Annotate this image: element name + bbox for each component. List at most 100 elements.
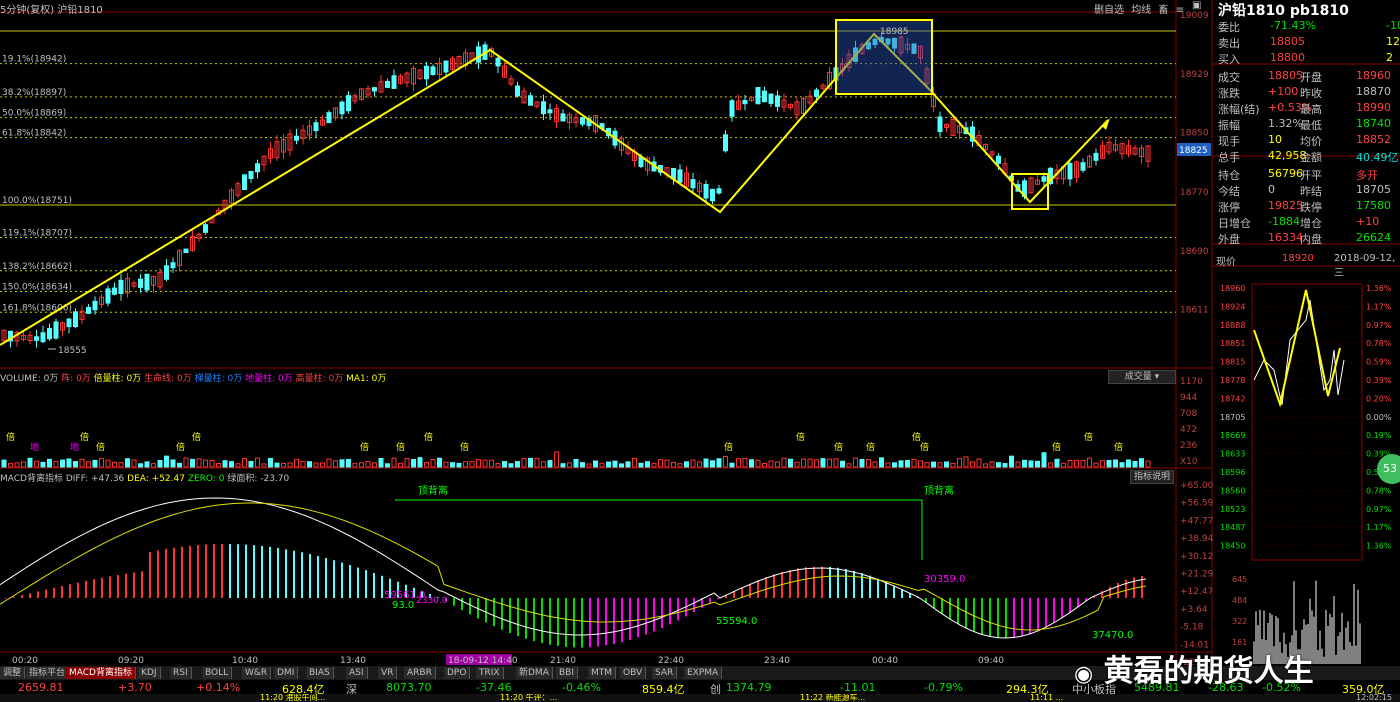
- indicator-tab[interactable]: DPO: [444, 667, 471, 679]
- macd-axis-label: +3.64: [1180, 605, 1208, 615]
- volume-bar: [853, 457, 858, 468]
- volume-bar: [502, 461, 507, 468]
- quote-value: 18740: [1356, 117, 1391, 130]
- volume-bar: [372, 462, 377, 468]
- volume-bar: [1002, 463, 1008, 468]
- news-item[interactable]: 11:11 ...: [1030, 694, 1063, 702]
- volume-bar: [430, 459, 436, 468]
- quote-row: 涨停 19825 跌停 17580: [1216, 198, 1400, 214]
- draw-button[interactable]: 畜: [1158, 5, 1168, 16]
- volume-bar: [1113, 459, 1118, 468]
- time-axis-label: 10:40: [232, 656, 258, 666]
- low-price-label: 18555: [58, 346, 87, 356]
- volume-bar: [742, 457, 748, 468]
- indicator-tab[interactable]: ARBR: [404, 667, 436, 679]
- indicator-tab[interactable]: EXPMA: [684, 667, 723, 679]
- volume-bar: [151, 463, 156, 468]
- quote-label: 均价: [1300, 135, 1322, 148]
- news-item[interactable]: 11:22 新能源车...: [800, 694, 865, 702]
- indicator-tab[interactable]: SAR: [652, 667, 678, 679]
- macd-area-label: 2330.0: [416, 596, 448, 606]
- time-axis-label: 00:40: [872, 656, 898, 666]
- delete-watchlist-button[interactable]: 删自选: [1094, 5, 1124, 16]
- indicator-tab[interactable]: OBV: [620, 667, 647, 679]
- indicator-tab[interactable]: BIAS: [306, 667, 334, 679]
- volume-bar: [1100, 460, 1105, 468]
- macd-area-label: 55594.0: [716, 616, 757, 627]
- volume-legend-item: VOLUME: 0万: [0, 374, 62, 384]
- candle-body: [73, 311, 78, 328]
- volume-bar: [775, 461, 780, 468]
- volume-bar: [144, 461, 150, 468]
- quote-row: 总手 42,958 金额 40.49亿: [1216, 148, 1400, 164]
- volume-selector[interactable]: 成交量 ▾: [1108, 370, 1176, 384]
- indicator-tab[interactable]: DMI: [274, 667, 299, 679]
- mini-vol-axis: 322: [1232, 617, 1247, 626]
- macd-legend-item: 绿面积: -23.70: [227, 474, 290, 484]
- mini-axis-right: 1.17%: [1366, 523, 1392, 532]
- volume-bar: [827, 458, 832, 468]
- fib-label: 119.1%(18707): [2, 229, 72, 239]
- menu-icon[interactable]: ≡: [1176, 5, 1184, 16]
- volume-bar: [970, 461, 975, 468]
- news-item[interactable]: 11:20 港股午间...: [260, 694, 325, 702]
- volume-bar: [508, 463, 514, 468]
- indicator-tab[interactable]: VR: [378, 667, 398, 679]
- volume-bar: [118, 462, 124, 468]
- volume-bar: [788, 458, 793, 468]
- volume-bar: [879, 457, 884, 468]
- candles: [1, 32, 1151, 348]
- indicator-tab[interactable]: 调整: [0, 667, 26, 679]
- indicator-tab[interactable]: RSI: [170, 667, 192, 679]
- indicator-tab[interactable]: MTM: [588, 667, 617, 679]
- macd-axis-label: +65.00: [1180, 481, 1214, 491]
- volume-bar: [1035, 460, 1040, 468]
- indicator-tab[interactable]: BOLL: [202, 667, 233, 679]
- quote-value: 19825: [1268, 199, 1303, 212]
- volume-bar: [690, 459, 696, 468]
- volume-legend-item: 阵: 0万: [61, 374, 94, 384]
- volume-bar: [66, 458, 72, 468]
- indicator-tab[interactable]: TRIX: [476, 667, 504, 679]
- quote-row: 现手 10 均价 18852: [1216, 132, 1400, 148]
- indicator-tab[interactable]: 指标平台: [26, 667, 70, 679]
- volume-bar: [1074, 459, 1079, 468]
- volume-bar: [300, 461, 306, 468]
- macd-axis-label: +38.94: [1180, 534, 1214, 544]
- volume-bar: [710, 460, 715, 468]
- indicator-help-button[interactable]: 指标说明: [1130, 470, 1174, 484]
- quote-value: 18990: [1356, 101, 1391, 114]
- indicator-tab[interactable]: ASI: [346, 667, 368, 679]
- window-menu-icon[interactable]: ▣: [1192, 0, 1201, 11]
- indicator-tab[interactable]: W&R: [242, 667, 272, 679]
- volume-bar: [424, 462, 429, 468]
- quote-value: 18852: [1356, 133, 1391, 146]
- volume-bar: [164, 455, 169, 468]
- price-axis-label: 19009: [1180, 11, 1209, 21]
- volume-bar: [99, 458, 104, 468]
- macd-histogram: [5, 544, 1143, 648]
- volume-bars: [1, 451, 1151, 468]
- quote-value: 18870: [1356, 85, 1391, 98]
- volume-bar: [547, 460, 553, 468]
- sh-index: 2659.81: [18, 681, 64, 694]
- now-price-label: 现价: [1216, 257, 1236, 268]
- volume-bar: [703, 458, 709, 468]
- news-item[interactable]: 11:20 午评：...: [500, 694, 557, 702]
- candle-body: [34, 336, 39, 341]
- quote-label: 涨跌: [1218, 87, 1240, 100]
- volume-bar: [723, 455, 728, 468]
- candle-body: [313, 122, 319, 132]
- float-badge[interactable]: 53: [1377, 454, 1400, 484]
- ma-button[interactable]: 均线: [1131, 5, 1151, 16]
- indicator-tab[interactable]: BBI: [556, 667, 579, 679]
- cy-change: -11.01: [840, 681, 876, 694]
- volume-bar: [599, 462, 605, 468]
- volume-bar: [736, 458, 741, 468]
- mini-axis-left: 18669: [1220, 431, 1245, 440]
- chart-canvas[interactable]: 19.1%(18942) 38.2%(18897) 50.0%(18869) 61.8…: [0, 0, 1400, 702]
- indicator-tab[interactable]: 新DMA: [516, 667, 553, 679]
- quote-label: 最低: [1300, 119, 1322, 132]
- indicator-tab[interactable]: MACD背离指标: [66, 667, 136, 679]
- indicator-tab[interactable]: KDJ: [138, 667, 161, 679]
